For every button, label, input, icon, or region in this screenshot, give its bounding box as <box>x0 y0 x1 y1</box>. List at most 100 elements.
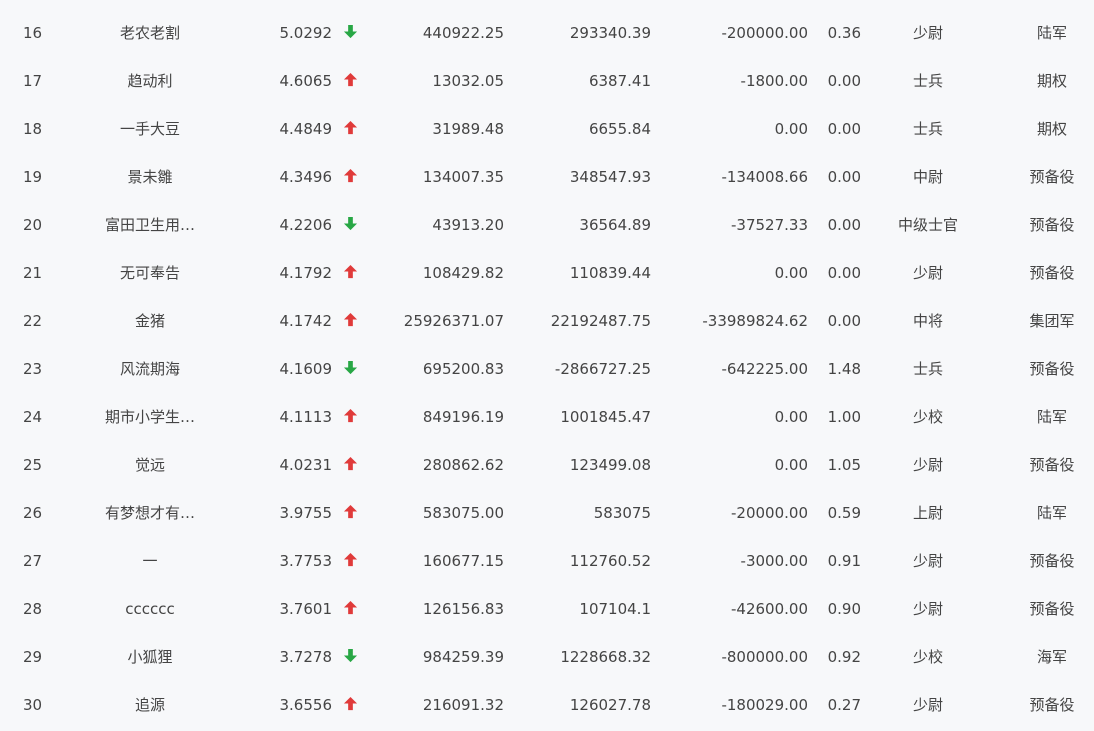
user-name[interactable]: 富田卫生用… <box>75 201 225 249</box>
value-1: 440922.25 <box>422 24 504 42</box>
user-name[interactable]: 景未雛 <box>75 153 225 201</box>
score-value: 4.1742 <box>279 312 333 330</box>
user-name[interactable]: 一 <box>75 537 225 585</box>
up-arrow-icon <box>341 585 359 633</box>
value-4: 0.00 <box>827 216 861 234</box>
score-value: 3.7601 <box>279 600 333 618</box>
value-1: 695200.83 <box>422 360 504 378</box>
military-rank: 少尉 <box>912 264 943 282</box>
value-1: 160677.15 <box>422 552 504 570</box>
table-row[interactable]: 18 一手大豆 4.4849 31989.48 6655.84 0.00 0.0… <box>0 105 1094 153</box>
value-2: 22192487.75 <box>550 312 651 330</box>
rank-number: 25 <box>22 456 43 474</box>
military-rank: 少尉 <box>912 552 943 570</box>
value-3: -37527.33 <box>731 216 808 234</box>
up-arrow-icon <box>343 312 357 327</box>
military-rank: 少尉 <box>912 24 943 42</box>
user-name[interactable]: 小狐狸 <box>75 633 225 681</box>
user-name[interactable]: 觉远 <box>75 441 225 489</box>
rank-number: 17 <box>22 72 43 90</box>
up-arrow-icon <box>341 441 359 489</box>
table-row[interactable]: 16 老农老割 5.0292 440922.25 293340.39 -2000… <box>0 9 1094 57</box>
value-2: 123499.08 <box>569 456 651 474</box>
military-rank: 少尉 <box>912 696 943 714</box>
military-rank: 中尉 <box>912 168 943 186</box>
military-rank: 士兵 <box>912 120 943 138</box>
user-name[interactable]: 老农老割 <box>75 9 225 57</box>
value-4: 0.27 <box>827 696 861 714</box>
user-name[interactable]: 一手大豆 <box>75 105 225 153</box>
value-1: 43913.20 <box>432 216 504 234</box>
branch-label: 预备役 <box>1029 264 1075 282</box>
value-1: 126156.83 <box>422 600 504 618</box>
value-1: 849196.19 <box>422 408 504 426</box>
table-row[interactable]: 20 富田卫生用… 4.2206 43913.20 36564.89 -3752… <box>0 201 1094 249</box>
value-1: 13032.05 <box>432 72 504 90</box>
value-4: 1.05 <box>827 456 861 474</box>
rank-number: 18 <box>22 120 43 138</box>
user-name[interactable]: 趋动利 <box>75 57 225 105</box>
value-4: 0.59 <box>827 504 861 522</box>
table-row[interactable]: 25 觉远 4.0231 280862.62 123499.08 0.00 1.… <box>0 441 1094 489</box>
value-2: 36564.89 <box>579 216 651 234</box>
table-row[interactable]: 17 趋动利 4.6065 13032.05 6387.41 -1800.00 … <box>0 57 1094 105</box>
branch-label: 预备役 <box>1029 216 1075 234</box>
value-4: 0.36 <box>827 24 861 42</box>
down-arrow-icon <box>343 648 357 663</box>
value-3: -33989824.62 <box>702 312 808 330</box>
value-3: 0.00 <box>774 408 808 426</box>
military-rank: 少校 <box>912 408 943 426</box>
value-1: 31989.48 <box>432 120 504 138</box>
user-name[interactable]: 有梦想才有… <box>75 489 225 537</box>
value-1: 25926371.07 <box>403 312 504 330</box>
rank-number: 26 <box>22 504 43 522</box>
table-row[interactable]: 29 小狐狸 3.7278 984259.39 1228668.32 -8000… <box>0 633 1094 681</box>
value-4: 0.00 <box>827 168 861 186</box>
score-value: 4.1113 <box>279 408 333 426</box>
value-3: -20000.00 <box>731 504 808 522</box>
up-arrow-icon <box>341 249 359 297</box>
user-name[interactable]: cccccc <box>75 585 225 633</box>
branch-label: 海军 <box>1036 648 1067 666</box>
table-row[interactable]: 30 追源 3.6556 216091.32 126027.78 -180029… <box>0 681 1094 729</box>
rank-number: 27 <box>22 552 43 570</box>
military-rank: 少尉 <box>912 456 943 474</box>
value-3: -3000.00 <box>740 552 808 570</box>
table-row[interactable]: 26 有梦想才有… 3.9755 583075.00 583075 -20000… <box>0 489 1094 537</box>
value-3: -200000.00 <box>721 24 808 42</box>
rank-number: 21 <box>22 264 43 282</box>
up-arrow-icon <box>343 72 357 87</box>
user-name[interactable]: 风流期海 <box>75 345 225 393</box>
table-row[interactable]: 21 无可奉告 4.1792 108429.82 110839.44 0.00 … <box>0 249 1094 297</box>
value-3: 0.00 <box>774 120 808 138</box>
value-4: 0.92 <box>827 648 861 666</box>
value-2: 293340.39 <box>569 24 651 42</box>
value-2: 348547.93 <box>569 168 651 186</box>
table-row[interactable]: 28 cccccc 3.7601 126156.83 107104.1 -426… <box>0 585 1094 633</box>
user-name[interactable]: 金猪 <box>75 297 225 345</box>
table-row[interactable]: 22 金猪 4.1742 25926371.07 22192487.75 -33… <box>0 297 1094 345</box>
up-arrow-icon <box>343 600 357 615</box>
table-row[interactable]: 23 风流期海 4.1609 695200.83 -2866727.25 -64… <box>0 345 1094 393</box>
up-arrow-icon <box>343 120 357 135</box>
branch-label: 预备役 <box>1029 552 1075 570</box>
branch-label: 期权 <box>1036 120 1067 138</box>
up-arrow-icon <box>343 456 357 471</box>
score-value: 4.0231 <box>279 456 333 474</box>
table-row[interactable]: 19 景未雛 4.3496 134007.35 348547.93 -13400… <box>0 153 1094 201</box>
military-rank: 士兵 <box>912 360 943 378</box>
user-name[interactable]: 无可奉告 <box>75 249 225 297</box>
value-4: 0.00 <box>827 312 861 330</box>
user-name[interactable]: 期市小学生… <box>75 393 225 441</box>
table-row[interactable]: 24 期市小学生… 4.1113 849196.19 1001845.47 0.… <box>0 393 1094 441</box>
table-row[interactable]: 27 一 3.7753 160677.15 112760.52 -3000.00… <box>0 537 1094 585</box>
rank-number: 28 <box>22 600 43 618</box>
score-value: 5.0292 <box>279 24 333 42</box>
value-2: 6387.41 <box>588 72 651 90</box>
branch-label: 陆军 <box>1036 408 1067 426</box>
value-2: 1001845.47 <box>560 408 651 426</box>
rank-number: 16 <box>22 24 43 42</box>
branch-label: 期权 <box>1036 72 1067 90</box>
user-name[interactable]: 追源 <box>75 681 225 729</box>
value-1: 134007.35 <box>422 168 504 186</box>
